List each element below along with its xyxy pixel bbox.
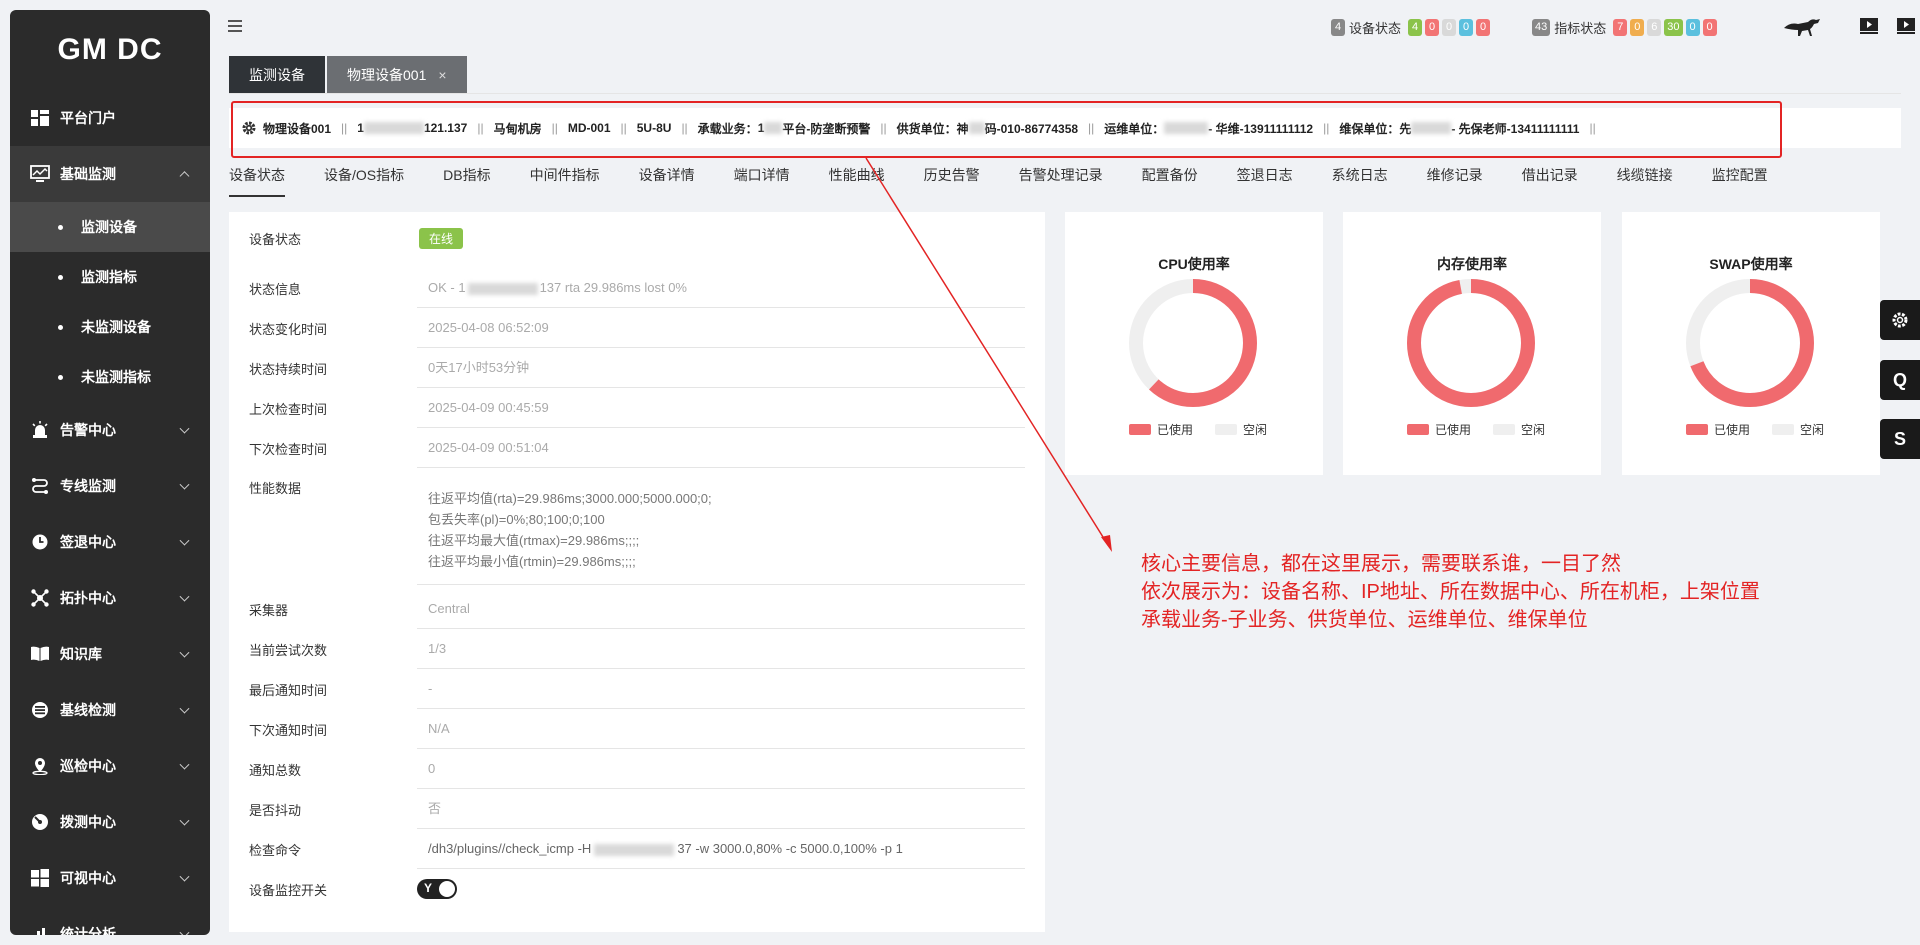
annotation-text: 核心主要信息，都在这里展示，需要联系谁，一目了然 依次展示为：设备名称、IP地址…: [1141, 550, 1760, 634]
annotation-line: 承载业务-子业务、供货单位、运维单位、维保单位: [1141, 609, 1588, 631]
annotation-line: 依次展示为：设备名称、IP地址、所在数据中心、所在机柜，上架位置: [1141, 581, 1760, 603]
annotation-arrow: [865, 157, 1112, 552]
annotation-line: 核心主要信息，都在这里展示，需要联系谁，一目了然: [1141, 553, 1621, 575]
